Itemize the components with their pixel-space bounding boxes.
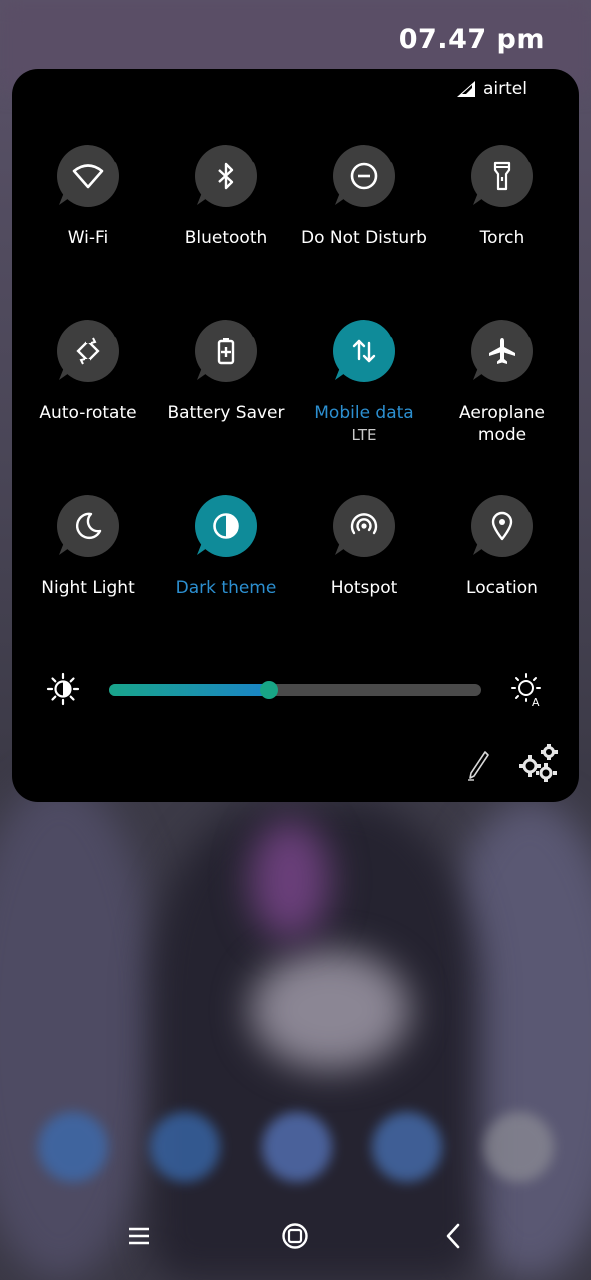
night-light-icon: [57, 495, 119, 557]
tile-toggle[interactable]: [195, 493, 257, 557]
settings-icon[interactable]: [518, 744, 560, 782]
tile-mobile-data[interactable]: Mobile data LTE: [295, 318, 433, 446]
brightness-slider-fill: [109, 684, 269, 696]
messages-app-icon: [150, 1112, 220, 1182]
phone-app-icon: [38, 1112, 108, 1182]
tile-label: Location: [466, 578, 538, 598]
tile-label: Wi-Fi: [67, 228, 109, 248]
back-icon[interactable]: [444, 1223, 462, 1249]
tile-do-not-disturb[interactable]: Do Not Disturb: [295, 143, 433, 249]
tile-wifi[interactable]: Wi-Fi: [19, 143, 157, 249]
tile-toggle[interactable]: [195, 143, 257, 207]
tile-hotspot[interactable]: Hotspot: [295, 493, 433, 599]
home-icon[interactable]: [282, 1223, 308, 1249]
tile-aeroplane[interactable]: Aeroplane mode: [433, 318, 571, 446]
tile-toggle[interactable]: [57, 493, 119, 557]
tile-toggle[interactable]: [195, 318, 257, 382]
wifi-icon: [57, 145, 119, 207]
files-app-icon: [262, 1112, 332, 1182]
tile-toggle[interactable]: [57, 318, 119, 382]
tile-night-light[interactable]: Night Light: [19, 493, 157, 599]
brightness-control: A: [45, 672, 545, 708]
tile-toggle[interactable]: [471, 318, 533, 382]
tile-label: Do Not Disturb: [301, 228, 427, 248]
tile-label: Aeroplane mode: [459, 403, 545, 445]
tile-toggle[interactable]: [471, 493, 533, 557]
tile-label: Night Light: [41, 578, 135, 598]
edit-icon[interactable]: [466, 750, 490, 782]
tile-battery-saver[interactable]: Battery Saver: [157, 318, 295, 424]
tile-location[interactable]: Location: [433, 493, 571, 599]
tile-toggle[interactable]: [333, 493, 395, 557]
carrier-name: airtel: [483, 79, 527, 99]
location-icon: [471, 495, 533, 557]
tile-label: Dark theme: [175, 578, 277, 598]
tile-toggle[interactable]: [333, 318, 395, 382]
tile-toggle[interactable]: [471, 143, 533, 207]
dark-theme-icon: [195, 495, 257, 557]
svg-text:A: A: [532, 696, 540, 708]
tile-toggle[interactable]: [333, 143, 395, 207]
aeroplane-icon: [471, 320, 533, 382]
tile-label: Mobile data: [314, 403, 414, 423]
chrome-app-icon: [484, 1112, 554, 1182]
carrier-indicator: airtel: [457, 79, 527, 99]
mobile-data-icon: [333, 320, 395, 382]
tile-toggle[interactable]: [57, 143, 119, 207]
auto-brightness-icon[interactable]: A: [509, 672, 545, 708]
tile-label: Bluetooth: [184, 228, 268, 248]
tile-label: Hotspot: [330, 578, 398, 598]
auto-rotate-icon: [57, 320, 119, 382]
gallery-app-icon: [372, 1112, 442, 1182]
brightness-slider-thumb[interactable]: [259, 681, 278, 699]
tile-torch[interactable]: Torch: [433, 143, 571, 249]
torch-icon: [471, 145, 533, 207]
tile-label: Battery Saver: [167, 403, 285, 423]
app-dock: [0, 1112, 591, 1182]
battery-saver-icon: [195, 320, 257, 382]
tile-dark-theme[interactable]: Dark theme: [157, 493, 295, 599]
hotspot-icon: [333, 495, 395, 557]
navigation-bar: [0, 1215, 591, 1275]
do-not-disturb-icon: [333, 145, 395, 207]
signal-icon: [457, 81, 476, 97]
status-clock: 07.47 pm: [398, 24, 545, 55]
tile-bluetooth[interactable]: Bluetooth: [157, 143, 295, 249]
menu-icon[interactable]: [128, 1225, 150, 1247]
brightness-low-icon: [46, 672, 80, 706]
brightness-slider[interactable]: [109, 681, 481, 699]
tile-sublabel: LTE: [351, 426, 377, 444]
tile-auto-rotate[interactable]: Auto-rotate: [19, 318, 157, 424]
bluetooth-icon: [195, 145, 257, 207]
tile-label: Auto-rotate: [39, 403, 137, 423]
tile-label: Torch: [479, 228, 525, 248]
